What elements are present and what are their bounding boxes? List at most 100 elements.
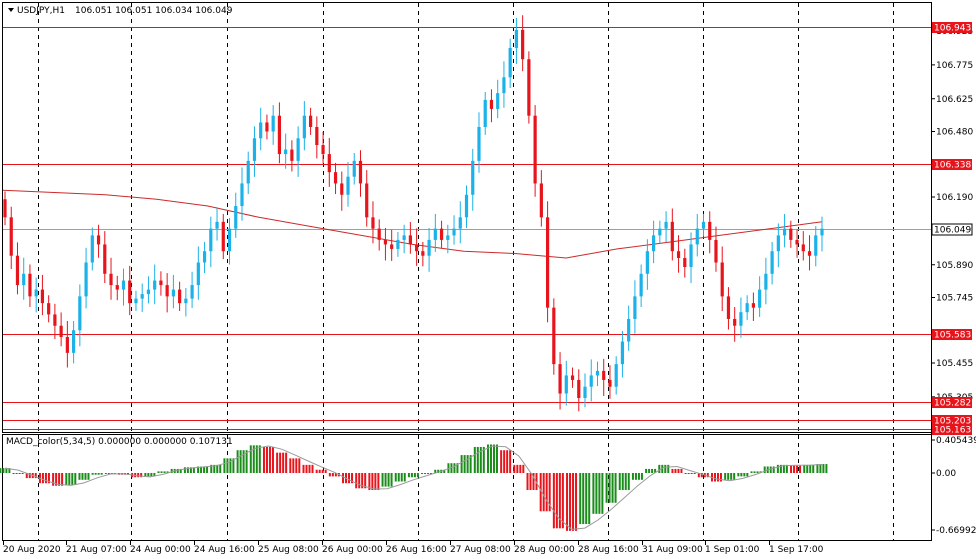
level-badge-label: 106.338 (934, 161, 971, 171)
macd-bar (598, 473, 601, 514)
macd-bar (595, 473, 598, 514)
macd-bar (81, 473, 84, 480)
macd-bar (397, 473, 400, 482)
macd-bar (793, 465, 796, 473)
macd-bar (637, 473, 640, 480)
macd-bar (381, 473, 384, 487)
macd-bar (328, 473, 331, 477)
macd-bar (476, 446, 479, 473)
candle-body (240, 183, 244, 207)
candle-body (464, 194, 469, 218)
macd-bar (719, 473, 722, 482)
macd-bar (321, 469, 324, 473)
candle-body (676, 251, 681, 258)
macd-bar (621, 473, 624, 491)
macd-bar (15, 473, 18, 474)
time-label: 1 Sep 01:00 (705, 545, 760, 555)
time-label: 28 Aug 16:00 (578, 545, 639, 555)
candle-body (65, 337, 69, 353)
dropdown-arrow-icon[interactable] (8, 8, 14, 12)
trading-chart-window[interactable]: USDJPY,H1 106.051 106.051 106.034 106.04… (0, 0, 976, 559)
macd-bar (601, 473, 604, 514)
time-label: 1 Sep 17:00 (769, 545, 824, 555)
candle-body (570, 375, 575, 380)
macd-bar (737, 473, 740, 477)
macd-bar (516, 464, 519, 473)
level-badge-label: 105.163 (934, 426, 971, 436)
candle-body (782, 228, 787, 236)
macd-bar (806, 464, 809, 473)
macd-bar (724, 473, 727, 480)
candle-body (165, 285, 169, 297)
time-label: 24 Aug 16:00 (194, 545, 255, 555)
macd-bar (812, 464, 815, 473)
candle-body (40, 289, 45, 304)
macd-bar (65, 473, 68, 485)
price-tick-label: 106.190 (936, 193, 973, 203)
macd-bar (713, 473, 716, 482)
candle-body (321, 145, 325, 155)
macd-bar (18, 473, 21, 474)
candle-body (234, 206, 238, 229)
candle-body (652, 235, 656, 252)
macd-bar (44, 473, 47, 484)
candle-body (446, 235, 450, 240)
candle-body (814, 235, 818, 256)
macd-bar (160, 471, 163, 473)
candle-body (121, 280, 126, 290)
macd-bar (796, 465, 799, 473)
candle-body (159, 280, 163, 286)
candle-body (415, 244, 419, 252)
macd-bar (271, 446, 274, 473)
candle-body (421, 251, 425, 256)
macd-bar (2, 468, 5, 473)
macd-bar (52, 473, 55, 486)
macd-bar (460, 455, 463, 473)
macd-bar (157, 471, 160, 473)
candle-body (352, 160, 356, 177)
candle-body (639, 273, 643, 297)
macd-bar (163, 471, 166, 473)
macd-bar (403, 473, 406, 482)
macd-bar (572, 473, 575, 531)
macd-bar (545, 473, 548, 512)
candle-body (284, 149, 288, 155)
candle-body (315, 126, 319, 146)
candle-body (390, 244, 394, 249)
candle-body (408, 235, 412, 245)
macd-bar (640, 473, 643, 480)
macd-bar (763, 466, 766, 473)
macd-bar (289, 458, 292, 473)
candle-body (302, 115, 306, 139)
chart-canvas[interactable]: USDJPY,H1 106.051 106.051 106.034 106.04… (0, 0, 976, 559)
level-badges: 106.943106.338105.583105.282105.203105.1… (931, 22, 973, 436)
time-label: 26 Aug 16:00 (386, 545, 447, 555)
candle-body (346, 176, 350, 195)
price-tick-label: 106.480 (936, 128, 973, 138)
candle-body (271, 115, 275, 132)
macd-bar (473, 446, 476, 473)
macd-bar (91, 473, 94, 475)
candle-body (807, 251, 812, 256)
candle-body (776, 235, 780, 252)
macd-bar (555, 473, 558, 529)
horizontal-levels[interactable] (3, 27, 931, 430)
macd-bar (733, 473, 736, 480)
macd-bar (482, 446, 485, 473)
macd-axis: 0.405439 0.00 -0.669921 (931, 436, 976, 536)
candle-body (59, 325, 63, 338)
macd-bar (495, 444, 498, 473)
candle-body (308, 115, 313, 127)
macd-bar (97, 473, 100, 475)
candle-body (327, 154, 331, 173)
macd-bar (100, 473, 103, 475)
candle-body (627, 318, 631, 342)
current-price-label: 106.049 (934, 226, 971, 236)
moving-average (2, 189, 823, 259)
macd-bar (684, 473, 687, 474)
candle-body (758, 289, 762, 308)
candle-body (726, 296, 731, 319)
time-axis: 20 Aug 2020 21 Aug 07:00 24 Aug 00:00 24 Au… (3, 541, 824, 555)
ohlc-readout: 106.051 106.051 106.034 106.049 (75, 6, 233, 16)
macd-bar (500, 450, 503, 473)
